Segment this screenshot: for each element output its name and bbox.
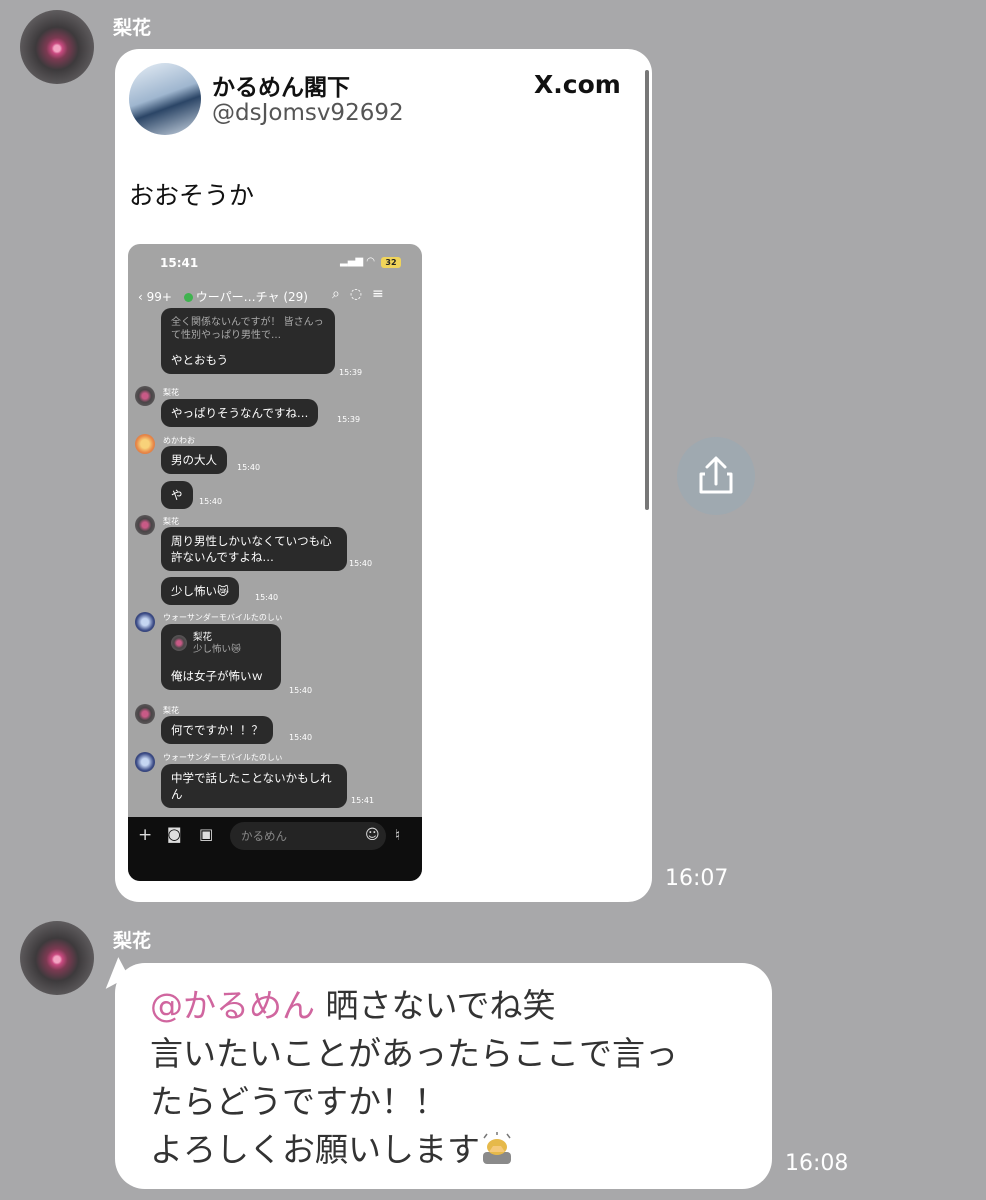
chat-bubble: 全く関係ないんですが！ 皆さんって性別やっぱり男性で… やとおもう (161, 308, 335, 374)
shot-message-input: かるめん (230, 822, 386, 850)
post-author-handle: @dsJomsv92692 (212, 100, 404, 126)
x-brand-label: X.com (534, 70, 621, 99)
avatar (135, 612, 155, 632)
bubble-time: 15:40 (255, 593, 279, 602)
chat-bubble: 中学で話したことないかもしれん (161, 764, 347, 808)
reply-preview: 梨花 少し怖い😿 (171, 632, 271, 656)
post-text: おおそうか (129, 181, 255, 210)
share-icon (699, 456, 733, 494)
reply-text: 少し怖い😿 (193, 644, 241, 655)
shot-chat-header: ‹ 99+ ウーパー…チャ (29) (138, 290, 308, 304)
chat-bubble: 男の大人 (161, 446, 227, 474)
shot-clock: 15:41 (160, 256, 199, 270)
mic-icon: ♮ (395, 826, 401, 844)
post-author-name: かるめん閣下 (212, 75, 350, 101)
bubble-time: 15:40 (289, 733, 313, 742)
avatar (135, 434, 155, 454)
group-icon (183, 293, 193, 302)
share-button[interactable] (677, 437, 755, 515)
bubble-time: 15:40 (237, 463, 261, 472)
sender-name: 梨花 (113, 17, 152, 39)
back-chevron-icon: ‹ (138, 290, 147, 304)
smiley-icon: ☺ (365, 827, 380, 843)
bubble-sender: めかわお (163, 436, 195, 445)
bubble-time: 15:40 (349, 559, 373, 568)
signal-wifi-icon: ▂▄▆ ◠ (340, 256, 375, 267)
bubble-sender: 梨花 (163, 388, 179, 397)
mention-link[interactable]: @かるめん (150, 986, 315, 1025)
sender-avatar[interactable] (20, 10, 94, 84)
bubble-sender: ウォーサンダーモバイルたのしぃ (163, 753, 283, 762)
bubble-time: 15:39 (337, 415, 361, 424)
camera-icon: ◙ (167, 825, 182, 843)
chat-bubble: 少し怖い😿 (161, 577, 239, 605)
bubble-sender: ウォーサンダーモバイルたのしぃ (163, 613, 283, 622)
avatar (135, 752, 155, 772)
chat-bubble: 何でですか！！？ (161, 716, 273, 744)
sender-name: 梨花 (113, 930, 152, 952)
header-icons: ⌕◌≡ (332, 286, 394, 302)
message-time: 16:07 (665, 866, 729, 891)
person-bowing-icon (480, 1131, 514, 1165)
embedded-screenshot[interactable]: 15:41 ▂▄▆ ◠ 32 ‹ 99+ ウーパー…チャ (29) ⌕◌≡ 全く… (128, 244, 422, 881)
bubble-sender: 梨花 (163, 706, 179, 715)
image-icon: ▣ (199, 825, 214, 843)
chat-bubble: 周り男性しかいなくていつも心許ないんですよね… (161, 527, 347, 571)
avatar (135, 386, 155, 406)
bubble-time: 15:40 (289, 686, 313, 695)
bubble-text: 俺は女子が怖いｗ (171, 669, 263, 683)
battery-icon: 32 (381, 257, 401, 268)
bubble-time: 15:40 (199, 497, 223, 506)
bubble-time: 15:39 (339, 368, 363, 377)
plus-icon: + (138, 825, 153, 845)
avatar (135, 515, 155, 535)
quoted-text: 全く関係ないんですが！ 皆さんって性別やっぱり男性で… (171, 317, 324, 341)
message-text: @かるめん 晒さないでね笑 言いたいことがあったらここで言っ たらどうですか！！… (150, 986, 678, 1169)
post-author-avatar[interactable] (129, 63, 201, 135)
chat-bubble: 梨花 少し怖い😿 俺は女子が怖いｗ (161, 624, 281, 690)
reply-name: 梨花 (193, 632, 213, 643)
bubble-time: 15:41 (351, 796, 375, 805)
card-scrollbar[interactable] (645, 70, 649, 510)
chat-bubble: や (161, 481, 193, 509)
avatar (135, 704, 155, 724)
sender-avatar[interactable] (20, 921, 94, 995)
message-time: 16:08 (785, 1151, 849, 1176)
bubble-sender: 梨花 (163, 517, 179, 526)
reply-avatar (171, 635, 187, 651)
bubble-text: やとおもう (171, 353, 229, 367)
chat-bubble: やっぱりそうなんですね… (161, 399, 319, 427)
